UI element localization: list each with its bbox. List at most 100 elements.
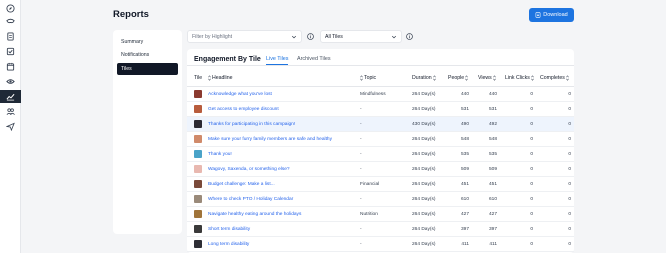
row-views: 451 — [488, 182, 497, 187]
row-topic: - — [360, 227, 362, 232]
tile-thumbnail[interactable] — [194, 180, 202, 188]
column-header-link-clicks[interactable]: Link Clicks — [505, 75, 534, 81]
row-headline[interactable]: Thank you! — [208, 152, 232, 157]
row-headline[interactable]: Where to check PTO / Holiday Calendar — [208, 197, 293, 202]
info-icon[interactable] — [307, 33, 314, 40]
checkbox-icon[interactable] — [3, 45, 18, 58]
row-headline[interactable]: Short term disability — [208, 227, 250, 232]
info-icon[interactable] — [406, 33, 413, 40]
table-row[interactable]: Thank you! - 264 Day(s) 535 535 0 0 — [187, 147, 574, 162]
row-duration: 264 Day(s) — [412, 227, 436, 232]
calendar-icon[interactable] — [3, 60, 18, 73]
engagement-title: Engagement By Tile — [194, 56, 261, 63]
table-row[interactable]: Get access to employee discount - 264 Day(… — [187, 102, 574, 117]
tile-thumbnail[interactable] — [194, 225, 202, 233]
column-header-headline[interactable]: Headline — [208, 75, 232, 81]
table-row[interactable]: Short term disability - 264 Day(s) 397 397 0 0 — [187, 222, 574, 237]
row-people: 451 — [460, 182, 469, 187]
row-completes: 0 — [568, 227, 571, 232]
row-people: 531 — [460, 107, 469, 112]
column-header-topic[interactable]: Topic — [360, 75, 376, 81]
row-headline[interactable]: Navigate healthy eating around the holid… — [208, 212, 301, 217]
column-header-tile: Tile — [194, 75, 203, 81]
send-icon[interactable] — [3, 120, 18, 133]
tile-thumbnail[interactable] — [194, 105, 202, 113]
highlight-filter-select[interactable]: Filter by Highlight — [187, 30, 302, 43]
eye-mask-icon[interactable] — [3, 15, 18, 28]
row-duration: 264 Day(s) — [412, 152, 436, 157]
tile-thumbnail[interactable] — [194, 150, 202, 158]
table-row[interactable]: Make sure your furry family members are … — [187, 132, 574, 147]
table-row[interactable]: Long term disability - 264 Day(s) 411 411 0 0 — [187, 237, 574, 252]
row-completes: 0 — [568, 182, 571, 187]
row-views: 548 — [488, 137, 497, 142]
row-completes: 0 — [568, 197, 571, 202]
chevron-down-icon — [291, 35, 297, 39]
row-duration: 264 Day(s) — [412, 197, 436, 202]
table-row[interactable]: Acknowledge what you've lost Mindfulness 2… — [187, 87, 574, 102]
tile-thumbnail[interactable] — [194, 135, 202, 143]
row-link-clicks: 0 — [530, 137, 533, 142]
tile-thumbnail[interactable] — [194, 120, 202, 128]
column-header-completes[interactable]: Completes — [540, 75, 569, 81]
row-people: 535 — [460, 152, 469, 157]
tile-thumbnail[interactable] — [194, 240, 202, 248]
row-completes: 0 — [568, 167, 571, 172]
row-people: 411 — [461, 242, 469, 247]
row-completes: 0 — [568, 107, 571, 112]
row-duration: 264 Day(s) — [412, 92, 436, 97]
download-button[interactable]: Download — [529, 8, 574, 22]
row-topic: - — [360, 197, 362, 202]
column-header-duration[interactable]: Duration — [412, 75, 436, 81]
row-topic: - — [360, 107, 362, 112]
row-topic: Mindfulness — [360, 92, 386, 97]
tiles-filter-select[interactable]: All Tiles — [320, 30, 402, 43]
tile-thumbnail[interactable] — [194, 195, 202, 203]
users-icon[interactable] — [3, 105, 18, 118]
subnav-item-summary[interactable]: Summary — [117, 36, 178, 48]
row-topic: - — [360, 137, 362, 142]
row-completes: 0 — [568, 242, 571, 247]
table-row[interactable]: Thanks for participating in this campaig… — [187, 117, 574, 132]
column-header-people[interactable]: People — [448, 75, 468, 81]
row-topic: - — [360, 152, 362, 157]
report-subnav: Summary Notifications Tiles — [113, 30, 182, 234]
table-row[interactable]: Navigate healthy eating around the holid… — [187, 207, 574, 222]
row-topic: - — [360, 242, 362, 247]
row-people: 509 — [460, 167, 469, 172]
compass-icon[interactable] — [3, 2, 18, 15]
subnav-item-notifications[interactable]: Notifications — [117, 49, 178, 61]
download-icon — [535, 12, 541, 18]
table-row[interactable]: Where to check PTO / Holiday Calendar - 26… — [187, 192, 574, 207]
table-row[interactable]: Budget challenge: Make a list... Financia… — [187, 177, 574, 192]
row-people: 548 — [460, 137, 469, 142]
subnav-item-tiles[interactable]: Tiles — [117, 63, 178, 75]
row-headline[interactable]: Acknowledge what you've lost — [208, 92, 272, 97]
tab-live-tiles[interactable]: Live Tiles — [266, 56, 289, 65]
row-headline[interactable]: Long term disability — [208, 242, 249, 247]
sort-icon — [208, 75, 211, 81]
reports-chart-icon[interactable] — [0, 90, 21, 103]
download-label: Download — [543, 12, 568, 18]
row-headline[interactable]: Get access to employee discount — [208, 107, 279, 112]
row-headline[interactable]: Make sure your furry family members are … — [208, 137, 332, 142]
row-topic: - — [360, 122, 362, 127]
row-people: 610 — [460, 197, 469, 202]
row-views: 411 — [489, 242, 497, 247]
tile-thumbnail[interactable] — [194, 90, 202, 98]
tile-thumbnail[interactable] — [194, 210, 202, 218]
row-views: 535 — [488, 152, 497, 157]
row-link-clicks: 0 — [530, 197, 533, 202]
row-headline[interactable]: Wagovy, Saxenda, or something else? — [208, 167, 290, 172]
table-row[interactable]: Wagovy, Saxenda, or something else? - 264 … — [187, 162, 574, 177]
column-header-views[interactable]: Views — [478, 75, 496, 81]
row-completes: 0 — [568, 92, 571, 97]
tile-thumbnail[interactable] — [194, 165, 202, 173]
row-headline[interactable]: Budget challenge: Make a list... — [208, 182, 275, 187]
tab-divider — [187, 65, 574, 66]
document-icon[interactable] — [3, 30, 18, 43]
row-headline[interactable]: Thanks for participating in this campaig… — [208, 122, 295, 127]
tab-archived-tiles[interactable]: Archived Tiles — [297, 56, 331, 65]
row-views: 397 — [488, 227, 497, 232]
eye-icon[interactable] — [3, 75, 18, 88]
